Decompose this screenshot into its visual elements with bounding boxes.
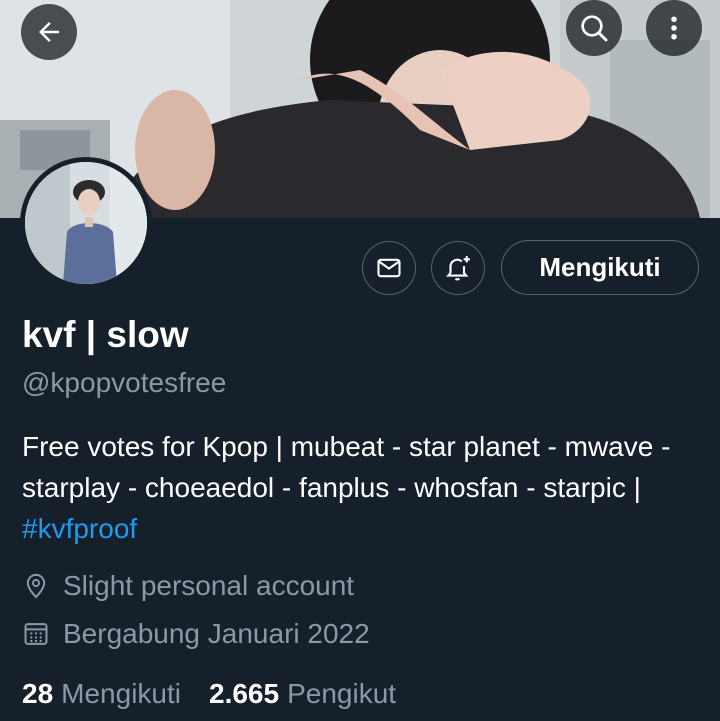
arrow-left-icon	[39, 22, 59, 42]
calendar-icon	[22, 620, 50, 648]
joined-text: Bergabung Januari 2022	[63, 618, 370, 649]
message-button[interactable]	[362, 241, 416, 295]
profile-joined: Bergabung Januari 2022	[22, 618, 370, 650]
bio-hashtag-link[interactable]: #kvfproof	[22, 513, 137, 544]
following-count: 28	[22, 678, 54, 709]
profile-handle: @kpopvotesfree	[22, 367, 227, 398]
search-icon	[581, 15, 608, 42]
more-vertical-icon	[671, 16, 677, 40]
profile-location: Slight personal account	[22, 570, 354, 602]
following-label: Mengikuti	[61, 678, 181, 709]
location-pin-icon	[22, 572, 50, 600]
followers-stat-link[interactable]: 2.665 Pengikut	[209, 678, 396, 710]
avatar[interactable]	[20, 157, 152, 289]
profile-stats: 28 Mengikuti 2.665 Pengikut	[22, 678, 424, 710]
avatar-image	[25, 162, 147, 284]
profile-name: kvf | slow	[22, 314, 189, 355]
more-options-button[interactable]	[646, 0, 702, 56]
back-button[interactable]	[21, 4, 77, 60]
followers-label: Pengikut	[287, 678, 397, 709]
notifications-button[interactable]	[431, 241, 485, 295]
bell-plus-icon	[446, 256, 470, 281]
bio-text: Free votes for Kpop | mubeat - star plan…	[22, 431, 671, 503]
following-button[interactable]: Mengikuti	[501, 240, 699, 295]
location-text: Slight personal account	[63, 570, 355, 601]
following-stat-link[interactable]: 28 Mengikuti	[22, 678, 181, 710]
search-button[interactable]	[566, 0, 622, 56]
followers-count: 2.665	[209, 678, 280, 709]
following-button-label: Mengikuti	[539, 252, 661, 282]
envelope-icon	[377, 258, 401, 278]
profile-bio: Free votes for Kpop | mubeat - star plan…	[22, 426, 702, 549]
